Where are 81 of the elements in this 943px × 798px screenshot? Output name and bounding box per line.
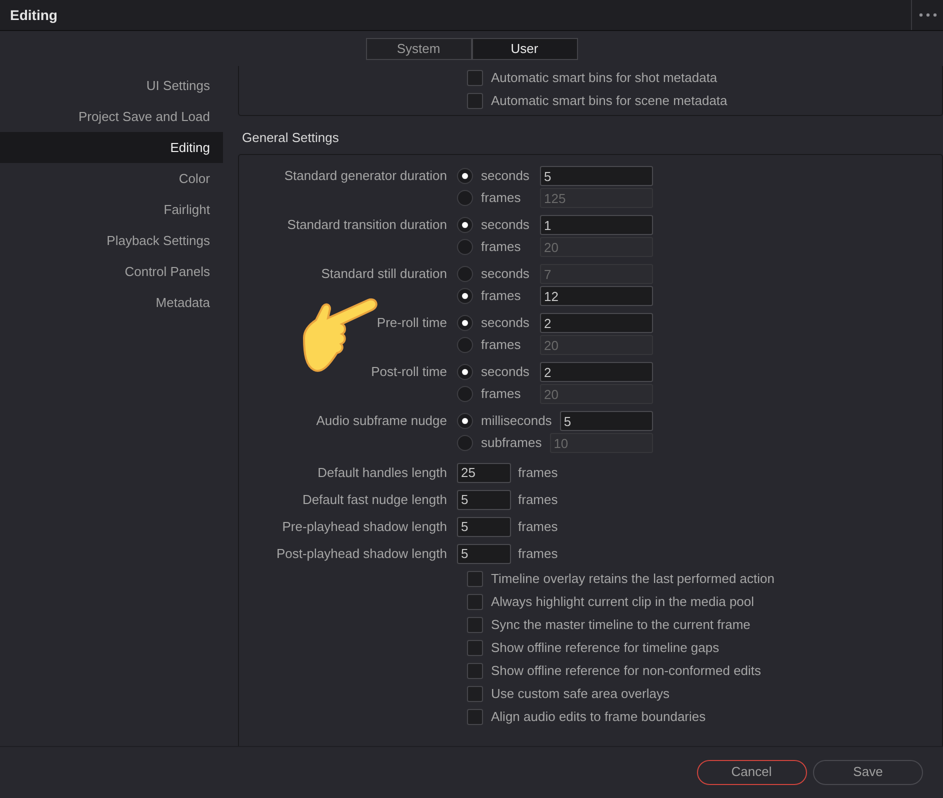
unit-label: frames	[481, 189, 522, 208]
unit-label: frames	[518, 490, 558, 509]
section-title: General Settings	[241, 129, 340, 147]
radio-button[interactable]	[457, 413, 473, 429]
unit-label: milliseconds	[481, 412, 552, 430]
radio-button[interactable]	[457, 217, 473, 233]
input-field[interactable]: 25	[457, 462, 511, 482]
input-field[interactable]: 5	[457, 516, 511, 536]
radio-button[interactable]	[457, 168, 473, 184]
unit-label: frames	[518, 464, 558, 482]
checkbox[interactable]	[467, 616, 483, 632]
checkbox-label: Always highlight current clip in the media pool	[491, 592, 754, 611]
checkbox-label: Show offline reference for timeline gaps	[491, 638, 720, 657]
checkbox-label: Automatic smart bins for scene metadata	[491, 92, 728, 110]
setting-label: Post-playhead shadow length	[276, 546, 447, 560]
checkbox-label: Automatic smart bins for shot metadata	[491, 68, 718, 87]
checkbox[interactable]	[467, 594, 483, 610]
setting-label: Post-roll time	[371, 364, 447, 379]
unit-label: frames	[518, 544, 558, 563]
radio-button[interactable]	[457, 266, 473, 282]
radio-button[interactable]	[457, 386, 473, 402]
unit-label: subframes	[481, 434, 542, 452]
unit-label: frames	[518, 518, 558, 536]
more-options-icon[interactable]	[918, 13, 936, 17]
radio-button[interactable]	[457, 364, 473, 380]
unit-label: frames	[481, 287, 522, 306]
checkbox[interactable]	[467, 70, 483, 86]
radio-button[interactable]	[457, 337, 473, 353]
checkbox[interactable]	[467, 708, 483, 724]
checkbox[interactable]	[467, 570, 483, 586]
window-title: Editing	[9, 6, 58, 25]
input-field[interactable]: 2	[540, 313, 653, 333]
setting-label: Pre-playhead shadow length	[282, 518, 447, 534]
checkbox[interactable]	[467, 640, 483, 656]
checkbox-label: Align audio edits to frame boundaries	[491, 708, 706, 726]
checkbox-label: Use custom safe area overlays	[491, 684, 670, 703]
unit-label: frames	[481, 336, 522, 354]
checkbox-label: Timeline overlay retains the last performed action	[491, 570, 774, 588]
input-field[interactable]: 2	[540, 362, 653, 382]
setting-label: Default fast nudge length	[302, 492, 447, 506]
sidebar-item[interactable]: Editing	[0, 132, 223, 163]
sidebar-item[interactable]: Project Save and Load	[0, 101, 223, 132]
setting-label: Audio subframe nudge	[316, 413, 447, 428]
sidebar-item[interactable]: Fairlight	[0, 194, 223, 225]
checkbox[interactable]	[467, 92, 483, 108]
setting-label: Standard still duration	[321, 266, 447, 281]
unit-label: seconds	[481, 314, 530, 332]
input-field[interactable]: 5	[457, 544, 511, 564]
checkbox-label: Sync the master timeline to the current frame	[491, 616, 750, 634]
radio-button[interactable]	[457, 190, 473, 206]
checkbox[interactable]	[467, 662, 483, 678]
unit-label: seconds	[481, 167, 530, 186]
sidebar-item[interactable]: Control Panels	[0, 256, 223, 287]
setting-label: Pre-roll time	[376, 315, 447, 330]
setting-label: Standard transition duration	[287, 217, 447, 232]
setting-label: Standard generator duration	[284, 168, 447, 183]
unit-label: frames	[481, 385, 522, 404]
sidebar-item[interactable]: UI Settings	[0, 70, 223, 101]
cancel-button[interactable]: Cancel	[696, 760, 806, 784]
save-button[interactable]: Save	[813, 760, 923, 784]
sidebar-item[interactable]: Metadata	[0, 287, 223, 318]
input-field[interactable]: 12	[540, 286, 653, 306]
input-field[interactable]: 5	[540, 166, 653, 186]
checkbox-label: Show offline reference for non-conformed edits	[491, 662, 762, 680]
unit-label: seconds	[481, 363, 530, 382]
setting-label: Default handles length	[318, 464, 447, 480]
radio-button[interactable]	[457, 315, 473, 331]
checkbox[interactable]	[467, 686, 483, 702]
input-field[interactable]: 5	[560, 411, 653, 431]
input-field[interactable]: 1	[540, 215, 653, 235]
scope-tab[interactable]: System	[366, 38, 472, 60]
sidebar-item[interactable]: Color	[0, 163, 223, 194]
radio-button[interactable]	[457, 435, 473, 451]
unit-label: seconds	[481, 216, 530, 234]
radio-button[interactable]	[457, 239, 473, 255]
unit-label: frames	[481, 238, 522, 256]
radio-button[interactable]	[457, 288, 473, 304]
sidebar-item[interactable]: Playback Settings	[0, 225, 223, 256]
input-field[interactable]: 5	[457, 490, 511, 510]
unit-label: seconds	[481, 265, 530, 284]
scope-tab[interactable]: User	[472, 38, 578, 60]
